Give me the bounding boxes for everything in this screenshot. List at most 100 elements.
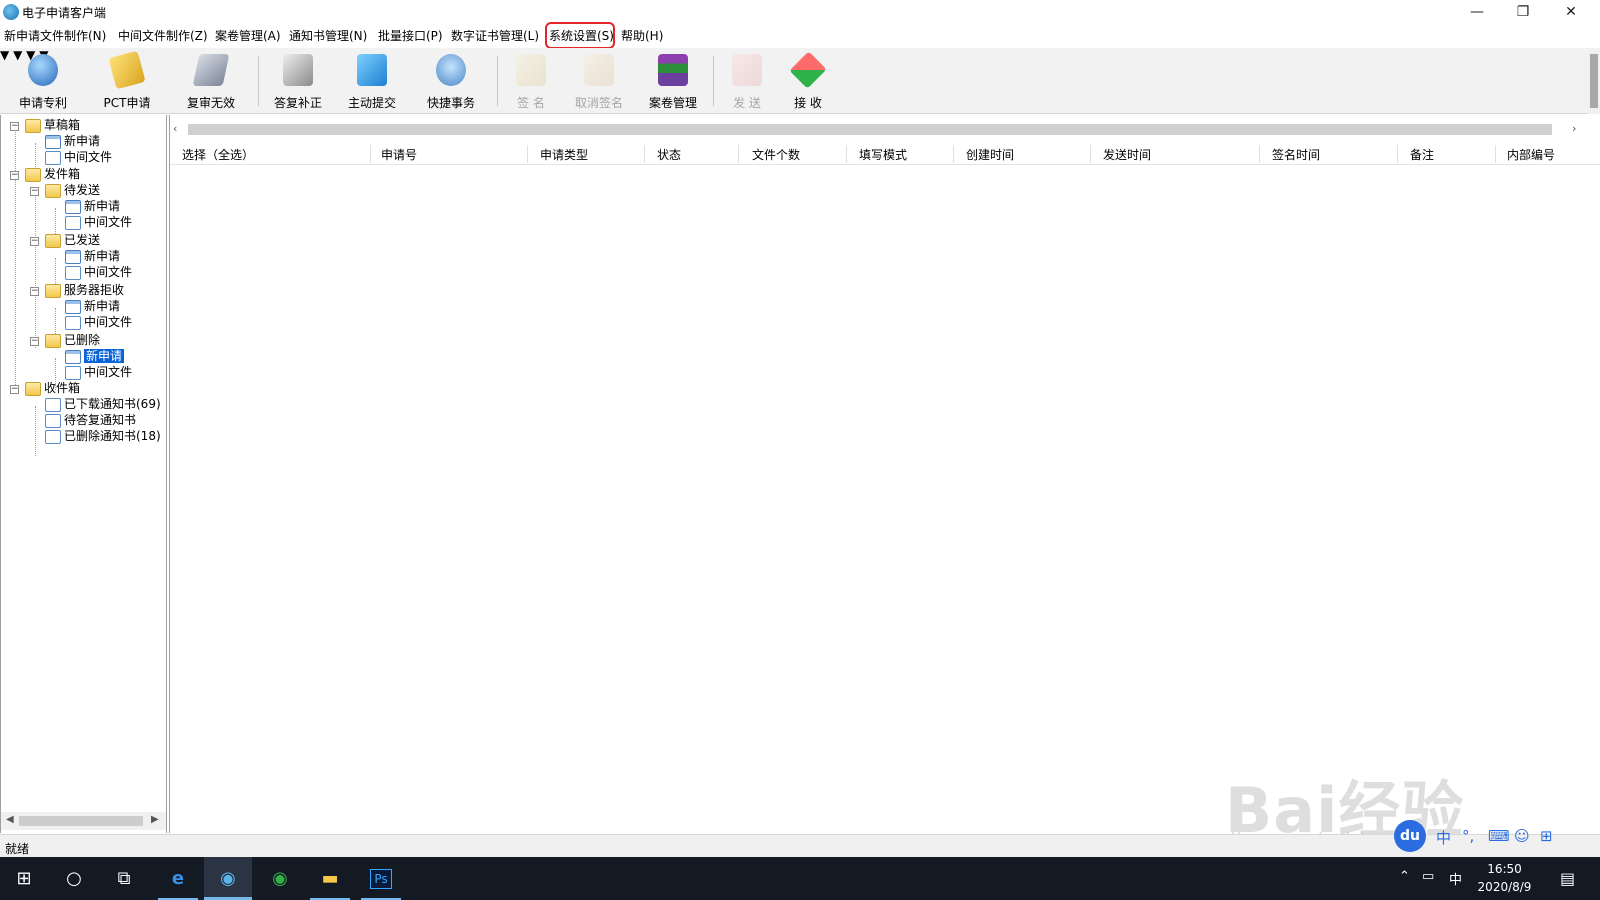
search-button[interactable]: ○ bbox=[50, 857, 98, 900]
column-signed-time[interactable]: 签名时间 bbox=[1272, 146, 1320, 163]
clock-date: 2020/8/9 bbox=[1477, 880, 1532, 894]
tree-node-sent[interactable]: 已发送 bbox=[45, 232, 100, 248]
tree-node-drafts[interactable]: 草稿箱 bbox=[25, 117, 80, 133]
tree-node-deleted-notices[interactable]: 已删除通知书(18) bbox=[45, 428, 161, 444]
tree-node-outbox[interactable]: 发件箱 bbox=[25, 166, 80, 182]
menu-case-management[interactable]: 案卷管理(A) bbox=[215, 27, 281, 44]
taskbar-edge[interactable]: e bbox=[154, 857, 202, 900]
tree-node-sent-new[interactable]: 新申请 bbox=[65, 248, 120, 264]
tree-node-downloaded-notices[interactable]: 已下载通知书(69) bbox=[45, 396, 161, 412]
tray-overflow-icon[interactable]: ⌃ bbox=[1399, 869, 1410, 884]
case-management-button[interactable]: 案卷管理 bbox=[640, 52, 706, 110]
menu-intermediate-file[interactable]: 中间文件制作(Z) bbox=[118, 27, 208, 44]
tree-horizontal-scrollbar[interactable]: ◀ ▶ bbox=[1, 812, 166, 830]
column-status[interactable]: 状态 bbox=[657, 146, 681, 163]
tree-node-inbox[interactable]: 收件箱 bbox=[25, 380, 80, 396]
cancel-sign-button[interactable]: 取消签名 bbox=[568, 52, 630, 110]
network-icon[interactable]: ▭ bbox=[1422, 869, 1434, 884]
restore-button[interactable]: ❐ bbox=[1500, 0, 1546, 24]
scroll-left-icon[interactable]: ‹ bbox=[173, 122, 177, 135]
column-created-time[interactable]: 创建时间 bbox=[966, 146, 1014, 163]
menu-help[interactable]: 帮助(H) bbox=[621, 27, 663, 44]
tree-node-notices-to-reply[interactable]: 待答复通知书 bbox=[45, 412, 136, 428]
ime-grid-icon[interactable]: ⊞ bbox=[1540, 827, 1553, 845]
menu-batch-interface[interactable]: 批量接口(P) bbox=[378, 27, 443, 44]
tree-node-deleted-intermediate[interactable]: 中间文件 bbox=[65, 364, 132, 380]
start-button[interactable]: ⊞ bbox=[0, 857, 48, 900]
scrollbar-thumb[interactable] bbox=[188, 124, 1552, 135]
tree-node-rejected-intermediate[interactable]: 中间文件 bbox=[65, 314, 132, 330]
taskbar-file-explorer[interactable]: ▬ bbox=[306, 857, 354, 900]
column-divider bbox=[1495, 145, 1496, 163]
active-submit-button[interactable]: 主动提交 bbox=[340, 52, 404, 110]
tree-label: 新申请 bbox=[64, 134, 101, 148]
column-sent-time[interactable]: 发送时间 bbox=[1103, 146, 1151, 163]
receive-button[interactable]: 接 收 bbox=[782, 51, 834, 110]
close-button[interactable]: ✕ bbox=[1548, 0, 1594, 24]
system-clock[interactable]: 16:50 2020/8/9 bbox=[1452, 860, 1557, 896]
toolbar-scrollbar[interactable] bbox=[1588, 50, 1600, 114]
tree-label: 服务器拒收 bbox=[64, 283, 125, 297]
toolbar-separator bbox=[713, 56, 714, 106]
scrollbar-thumb[interactable] bbox=[1590, 54, 1598, 108]
column-internal-number[interactable]: 内部编号 bbox=[1507, 146, 1555, 163]
tree-node-deleted[interactable]: 已删除 bbox=[45, 332, 100, 348]
tree-node-rejected[interactable]: 服务器拒收 bbox=[45, 282, 124, 298]
menu-notice-management[interactable]: 通知书管理(N) bbox=[289, 27, 367, 44]
taskbar-photoshop[interactable]: Ps bbox=[357, 857, 405, 900]
menu-new-application[interactable]: 新申请文件制作(N) bbox=[4, 27, 106, 44]
column-select-all[interactable]: 选择（全选） bbox=[182, 146, 254, 163]
ime-mode-indicator[interactable]: 中 bbox=[1436, 827, 1451, 848]
status-text: 就绪 bbox=[5, 842, 30, 856]
grid-horizontal-scrollbar[interactable]: ‹ › bbox=[170, 121, 1600, 137]
tree-node-pending-intermediate[interactable]: 中间文件 bbox=[65, 214, 132, 230]
column-divider bbox=[527, 145, 528, 163]
ime-user-icon[interactable]: ☺ bbox=[1514, 827, 1530, 845]
notifications-icon[interactable]: ▤ bbox=[1560, 869, 1575, 888]
taskbar-e-application-client[interactable]: ◉ bbox=[204, 857, 252, 900]
pct-application-label: PCT申请 bbox=[103, 96, 151, 110]
tree-node-drafts-intermediate[interactable]: 中间文件 bbox=[45, 149, 112, 165]
task-view-button[interactable]: ⧉ bbox=[100, 857, 148, 900]
scroll-right-icon[interactable]: ▶ bbox=[151, 814, 159, 825]
ime-keyboard-icon[interactable]: ⌨ bbox=[1488, 827, 1510, 845]
reply-correction-button[interactable]: 答复补正 bbox=[266, 52, 330, 110]
apply-patent-dropdown-icon[interactable]: ▼ bbox=[0, 48, 9, 62]
collapse-toggle[interactable]: − bbox=[30, 187, 39, 196]
column-application-number[interactable]: 申请号 bbox=[381, 146, 417, 163]
collapse-toggle[interactable]: − bbox=[10, 171, 19, 180]
minimize-button[interactable]: — bbox=[1454, 0, 1500, 24]
tree-node-rejected-new[interactable]: 新申请 bbox=[65, 298, 120, 314]
scrollbar-thumb[interactable] bbox=[19, 816, 143, 826]
pct-application-button[interactable]: PCT申请 bbox=[96, 50, 158, 110]
column-divider bbox=[953, 145, 954, 163]
quick-affairs-button[interactable]: 快捷事务 bbox=[418, 52, 484, 110]
tree-node-drafts-new[interactable]: 新申请 bbox=[45, 133, 100, 149]
toolbar: 申请专利 ▼ PCT申请 ▼ 复审无效 ▼ 答复补正 主动提交 快捷事务 ▼ 签… bbox=[0, 48, 1600, 114]
column-fill-mode[interactable]: 填写模式 bbox=[859, 146, 907, 163]
tree-node-deleted-new-selected[interactable]: 新申请 bbox=[65, 348, 125, 364]
review-invalidation-button[interactable]: 复审无效 bbox=[180, 52, 242, 110]
collapse-toggle[interactable]: − bbox=[30, 337, 39, 346]
collapse-toggle[interactable]: − bbox=[10, 122, 19, 131]
column-file-count[interactable]: 文件个数 bbox=[752, 146, 800, 163]
column-remarks[interactable]: 备注 bbox=[1410, 146, 1434, 163]
ime-logo[interactable]: du bbox=[1394, 820, 1426, 852]
tree-node-sent-intermediate[interactable]: 中间文件 bbox=[65, 264, 132, 280]
send-button[interactable]: 发 送 bbox=[722, 52, 772, 110]
taskbar-browser[interactable]: ◉ bbox=[256, 857, 304, 900]
menu-digital-certificate[interactable]: 数字证书管理(L) bbox=[451, 27, 539, 44]
scroll-right-icon[interactable]: › bbox=[1572, 122, 1576, 135]
tree-label: 中间文件 bbox=[84, 215, 133, 229]
tree-node-pending-new[interactable]: 新申请 bbox=[65, 198, 120, 214]
ime-punctuation-icon[interactable]: °, bbox=[1462, 827, 1474, 845]
collapse-toggle[interactable]: − bbox=[30, 237, 39, 246]
tree-node-pending[interactable]: 待发送 bbox=[45, 182, 100, 198]
collapse-toggle[interactable]: − bbox=[30, 287, 39, 296]
scroll-left-icon[interactable]: ◀ bbox=[6, 814, 14, 825]
sign-button[interactable]: 签 名 bbox=[506, 52, 556, 110]
folder-icon bbox=[25, 118, 41, 133]
apply-patent-button[interactable]: 申请专利 bbox=[10, 52, 76, 110]
column-application-type[interactable]: 申请类型 bbox=[540, 146, 588, 163]
collapse-toggle[interactable]: − bbox=[10, 385, 19, 394]
